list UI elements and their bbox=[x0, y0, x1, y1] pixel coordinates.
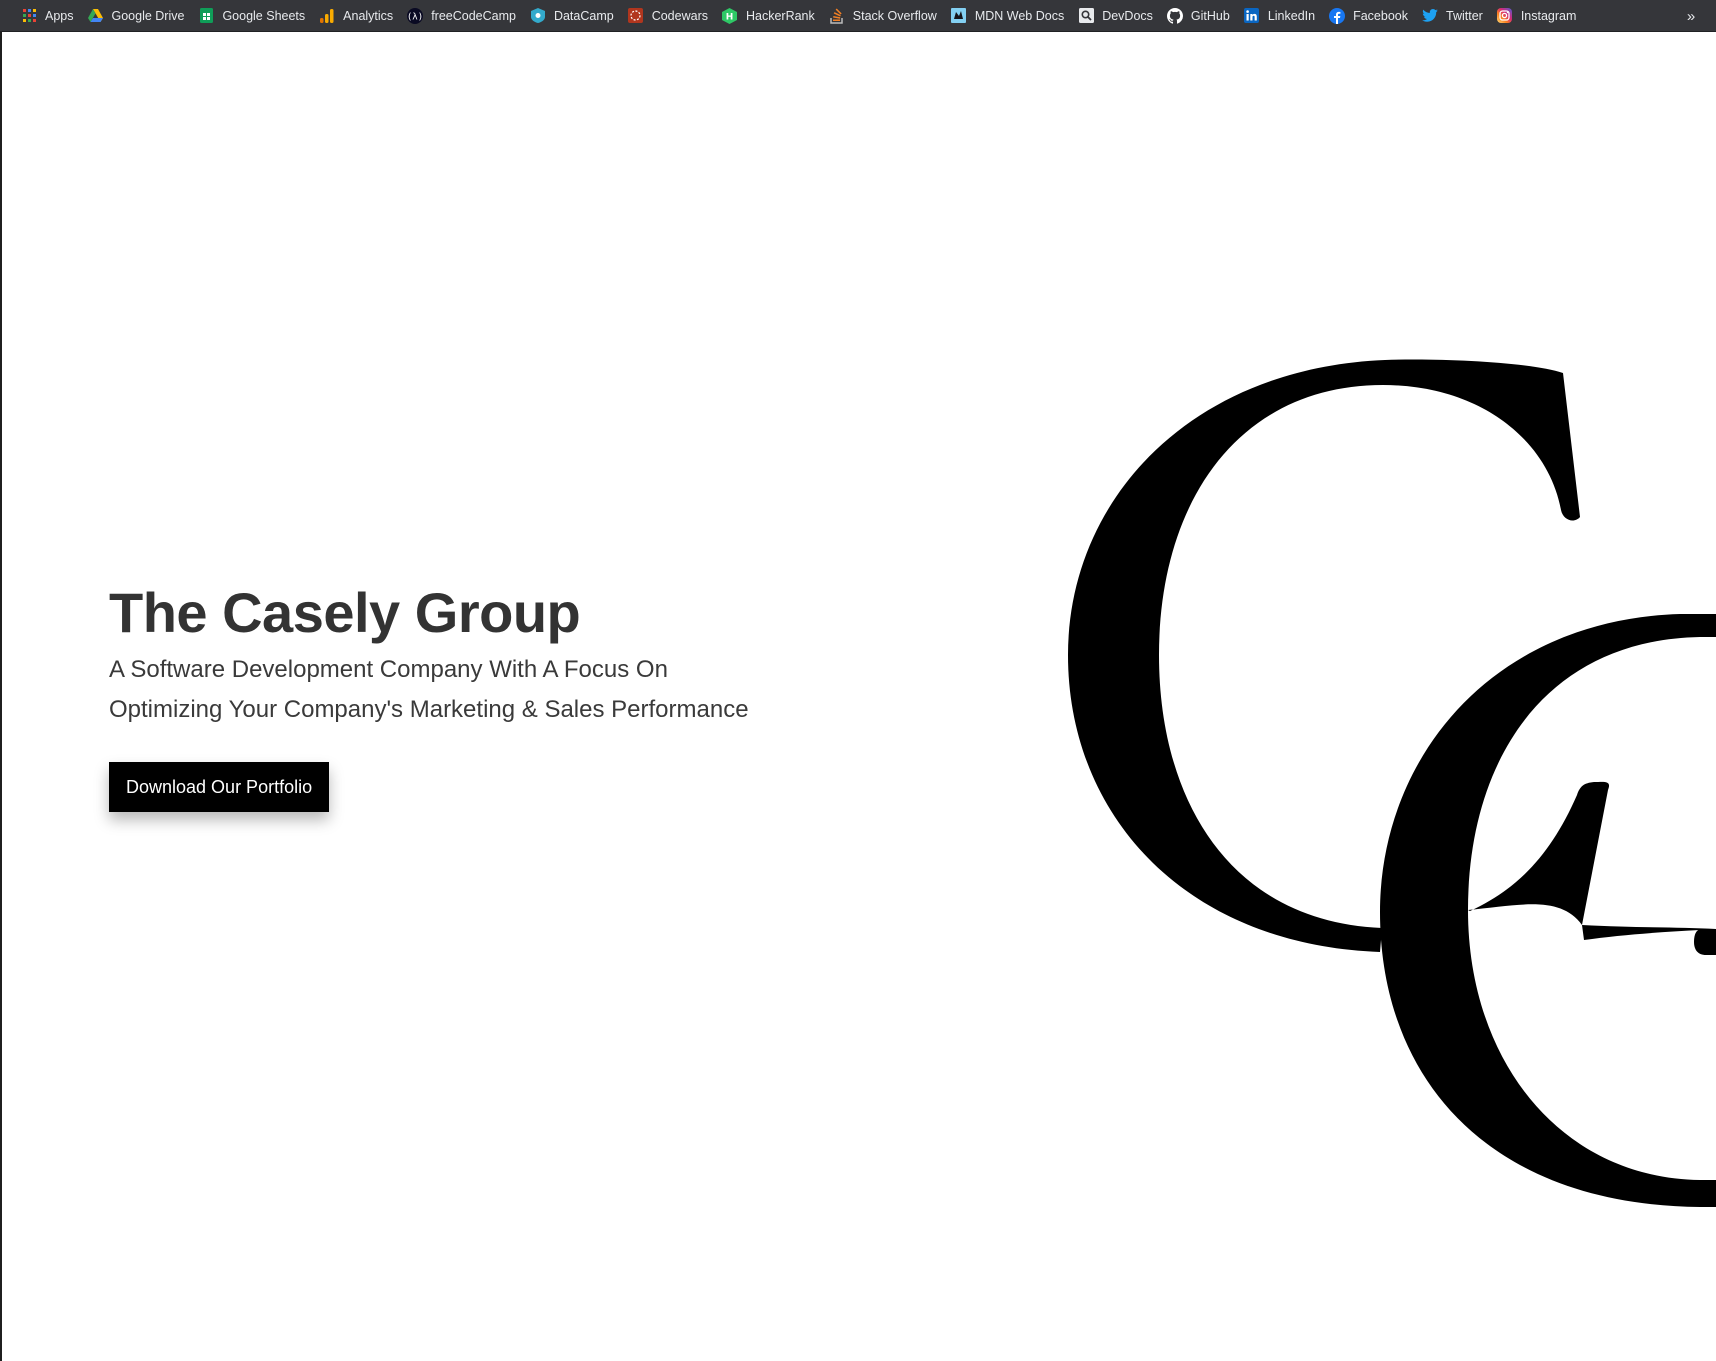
analytics-icon bbox=[319, 8, 335, 24]
download-portfolio-button[interactable]: Download Our Portfolio bbox=[109, 762, 330, 812]
github-icon bbox=[1166, 7, 1183, 24]
bookmark-stack-overflow[interactable]: Stack Overflow bbox=[822, 3, 944, 29]
bookmark-label: Google Drive bbox=[111, 8, 185, 23]
bookmark-freecodecamp[interactable]: (λ) freeCodeCamp bbox=[400, 3, 523, 29]
hero-subtitle-line-2: Optimizing Your Company's Marketing & Sa… bbox=[109, 696, 749, 723]
bookmark-label: GitHub bbox=[1190, 8, 1230, 23]
bookmarks-overflow-button[interactable]: » bbox=[1678, 3, 1704, 29]
chevron-double-right-icon: » bbox=[1686, 7, 1696, 25]
stackoverflow-icon bbox=[829, 8, 845, 24]
bookmark-codewars[interactable]: Codewars bbox=[621, 3, 715, 29]
hero-section: The Casely Group A Software Development … bbox=[109, 580, 869, 812]
hero-subtitle: A Software Development Company With A Fo… bbox=[109, 650, 869, 730]
bookmark-label: Twitter bbox=[1446, 8, 1483, 23]
browser-viewport: Apps Google Drive Google Sheets Analytic… bbox=[0, 0, 1716, 1361]
bookmark-instagram[interactable]: Instagram bbox=[1490, 3, 1584, 29]
bookmark-google-drive[interactable]: Google Drive bbox=[81, 3, 192, 29]
bookmark-label: freeCodeCamp bbox=[431, 8, 516, 23]
window-left-edge bbox=[0, 0, 2, 1361]
facebook-icon bbox=[1329, 7, 1346, 24]
hero-subtitle-line-1: A Software Development Company With A Fo… bbox=[109, 656, 668, 683]
bookmark-github[interactable]: GitHub bbox=[1160, 3, 1237, 29]
bookmark-label: MDN Web Docs bbox=[974, 8, 1065, 23]
bookmark-linkedin[interactable]: LinkedIn bbox=[1237, 3, 1322, 29]
bookmark-label: HackerRank bbox=[745, 8, 815, 23]
instagram-icon bbox=[1497, 8, 1513, 24]
google-sheets-icon bbox=[198, 8, 214, 24]
bookmark-label: Facebook bbox=[1353, 8, 1408, 23]
bookmark-label: Codewars bbox=[651, 8, 708, 23]
datacamp-icon bbox=[530, 8, 546, 24]
hackerrank-icon: H bbox=[722, 7, 738, 24]
twitter-icon bbox=[1422, 8, 1438, 24]
bookmark-datacamp[interactable]: DataCamp bbox=[523, 3, 621, 29]
bookmark-google-sheets[interactable]: Google Sheets bbox=[191, 3, 312, 29]
codewars-icon bbox=[628, 8, 644, 24]
bookmark-apps[interactable]: Apps bbox=[14, 3, 81, 29]
svg-text:(λ): (λ) bbox=[407, 12, 423, 22]
bookmark-label: LinkedIn bbox=[1267, 8, 1316, 23]
bookmark-mdn-web-docs[interactable]: MDN Web Docs bbox=[944, 3, 1071, 29]
bookmark-label: Analytics bbox=[343, 8, 394, 23]
devdocs-icon bbox=[1078, 8, 1094, 24]
page-title: The Casely Group bbox=[109, 581, 581, 644]
bookmark-analytics[interactable]: Analytics bbox=[312, 3, 400, 29]
apps-grid-icon bbox=[21, 8, 37, 24]
bookmark-twitter[interactable]: Twitter bbox=[1415, 3, 1490, 29]
bookmark-facebook[interactable]: Facebook bbox=[1322, 3, 1415, 29]
linkedin-icon bbox=[1244, 8, 1260, 24]
bookmark-label: DevDocs bbox=[1102, 8, 1153, 23]
bookmark-label: Stack Overflow bbox=[852, 8, 937, 23]
bookmark-hackerrank[interactable]: H HackerRank bbox=[715, 3, 822, 29]
bookmark-devdocs[interactable]: DevDocs bbox=[1071, 3, 1160, 29]
bookmark-label: DataCamp bbox=[553, 8, 614, 23]
google-drive-icon bbox=[88, 8, 104, 24]
bookmarks-bar: Apps Google Drive Google Sheets Analytic… bbox=[0, 0, 1716, 32]
bookmark-label: Apps bbox=[45, 8, 74, 23]
bookmark-label: Instagram bbox=[1520, 8, 1577, 23]
svg-text:H: H bbox=[726, 12, 734, 22]
mdn-icon bbox=[951, 8, 967, 24]
bookmark-label: Google Sheets bbox=[222, 8, 306, 23]
freecodecamp-icon: (λ) bbox=[407, 7, 424, 24]
